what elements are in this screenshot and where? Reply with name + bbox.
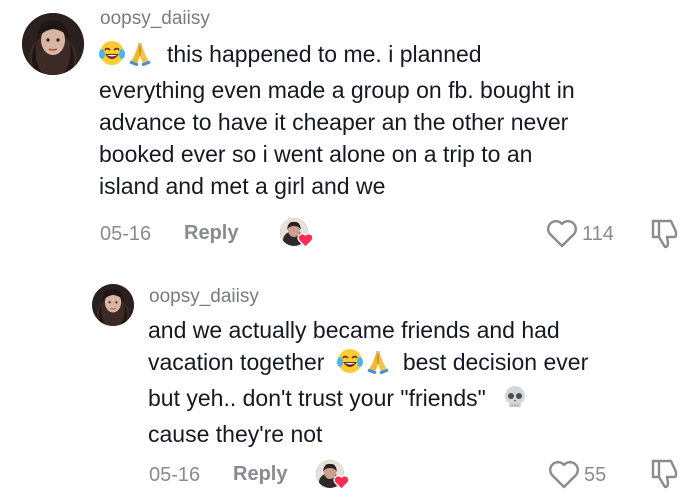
- comment-line: vacation together best decision ever: [148, 346, 688, 382]
- reply-button[interactable]: Reply: [184, 222, 238, 245]
- creator-liked-badge: [280, 218, 316, 250]
- comment-line-text: but yeh.. don't trust your "friends": [148, 385, 486, 411]
- like-count: 114: [582, 223, 614, 245]
- comment-line: booked ever so i went alone on a trip to…: [99, 141, 533, 167]
- comment-line-text: this happened to me. i planned: [167, 41, 482, 67]
- creator-liked-badge: [316, 460, 352, 492]
- thumbs-down-icon[interactable]: [648, 458, 682, 490]
- folded-hands-icon: [127, 40, 153, 74]
- avatar[interactable]: [22, 13, 84, 75]
- comment-date: 05-16: [149, 464, 201, 486]
- comment-line: everything even made a group on fb. boug…: [99, 77, 575, 103]
- comment-line-text: best decision ever: [402, 349, 589, 375]
- comment-line: but yeh.. don't trust your "friends": [148, 382, 688, 418]
- comment-line: and we actually became friends and had: [148, 317, 560, 343]
- comment-body: this happened to me. i planned everythin…: [99, 38, 689, 202]
- comment-username[interactable]: oopsy_daiisy: [100, 8, 210, 30]
- thumbs-down-icon[interactable]: [648, 218, 682, 250]
- creator-liked-heart-icon: [297, 232, 314, 248]
- comment-line: this happened to me. i planned: [99, 38, 689, 74]
- comment-line: advance to have it cheaper an the other …: [99, 109, 569, 135]
- like-count: 55: [584, 464, 607, 486]
- comment-line: island and met a girl and we: [99, 173, 386, 199]
- face-with-tears-of-joy-icon: [99, 40, 125, 74]
- avatar[interactable]: [92, 284, 134, 326]
- comment-body: and we actually became friends and had v…: [148, 314, 688, 450]
- heart-outline-icon[interactable]: [548, 461, 580, 489]
- heart-outline-icon[interactable]: [546, 220, 578, 248]
- comment-line-text: vacation together: [148, 349, 325, 375]
- face-with-tears-of-joy-icon: [336, 348, 363, 382]
- comment-line: cause they're not: [148, 421, 323, 447]
- reply-button[interactable]: Reply: [233, 463, 287, 486]
- creator-liked-heart-icon: [333, 474, 350, 490]
- folded-hands-icon: [365, 348, 391, 382]
- comment-date: 05-16: [100, 223, 152, 245]
- skull-icon: [502, 384, 528, 418]
- comment-username[interactable]: oopsy_daiisy: [149, 286, 259, 308]
